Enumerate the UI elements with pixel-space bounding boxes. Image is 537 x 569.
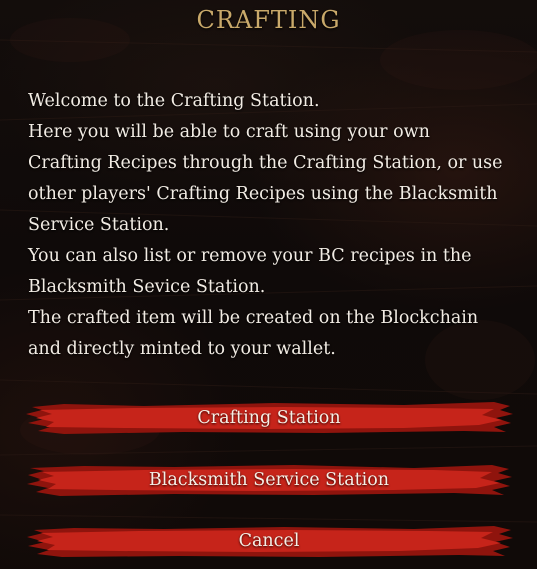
crafting-dialog: CRAFTING Welcome to the Crafting Station… — [0, 0, 537, 569]
description-line: You can also list or remove your BC reci… — [28, 246, 472, 266]
description-line: Crafting Recipes through the Crafting St… — [28, 153, 503, 173]
description-line: Welcome to the Crafting Station. — [28, 91, 320, 111]
crafting-station-button[interactable]: Crafting Station — [24, 398, 514, 438]
cancel-label: Cancel — [238, 531, 300, 551]
description-line: The crafted item will be created on the … — [28, 308, 479, 328]
dialog-title: CRAFTING — [196, 6, 341, 34]
blacksmith-service-station-label: Blacksmith Service Station — [148, 470, 390, 490]
description-line: Service Station. — [28, 215, 170, 235]
crafting-station-label: Crafting Station — [197, 408, 341, 428]
description-line: Blacksmith Sevice Station. — [28, 277, 266, 297]
cancel-button[interactable]: Cancel — [24, 521, 514, 561]
description-line: Here you will be able to craft using you… — [28, 122, 430, 142]
blacksmith-service-station-button[interactable]: Blacksmith Service Station — [24, 460, 514, 500]
description-line: other players' Crafting Recipes using th… — [28, 184, 498, 204]
dialog-description: Welcome to the Crafting Station. Here yo… — [28, 86, 518, 365]
description-line: and directly minted to your wallet. — [28, 339, 336, 359]
